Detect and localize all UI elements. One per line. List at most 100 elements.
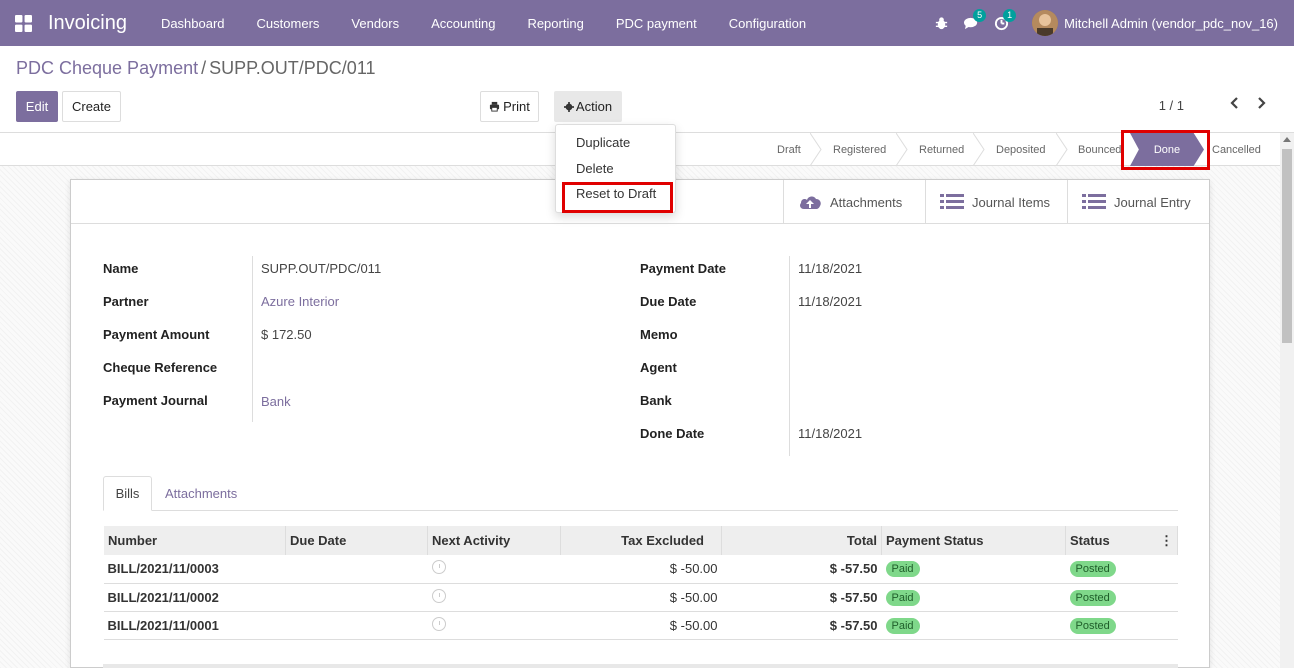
scrollbar-thumb[interactable] [1282,149,1292,343]
create-button[interactable]: Create [62,91,121,122]
journal-items-smart-label: Journal Items [972,194,1051,210]
journal-items-smart-button[interactable]: Journal Items [925,180,1067,224]
breadcrumb-separator: / [201,58,207,78]
stage-registered[interactable]: Registered [833,133,886,166]
cell-number: BILL/2021/11/0002 [103,583,286,612]
stage-draft[interactable]: Draft [777,133,801,166]
cell-tax-excluded: $ -50.00 [560,611,722,640]
menu-customers[interactable]: Customers [241,0,336,46]
attachments-smart-button[interactable]: Attachments [783,180,925,224]
gear-icon [563,101,574,112]
status-badge: Posted [1069,561,1116,578]
cell-status: Posted [1065,555,1178,584]
pager-previous-icon[interactable] [1229,96,1239,115]
edit-button[interactable]: Edit [16,91,58,122]
stage-separator-chevron [810,133,822,166]
field-name: SUPP.OUT/PDC/011 [261,261,382,276]
bug-icon[interactable] [926,0,956,46]
label-bank: Bank [640,393,672,408]
status-badge: Posted [1069,589,1116,606]
app-name[interactable]: Invoicing [48,12,127,35]
activity-clock-icon[interactable] [431,616,446,631]
label-payment-amount: Payment Amount [103,327,210,342]
cell-next-activity [427,611,561,640]
activity-clock-icon[interactable]: 1 [986,0,1017,46]
page-scrollbar[interactable] [1280,133,1294,668]
table-row[interactable]: BILL/2021/11/0002 $ -50.00 $ -57.50 Paid… [103,583,1178,612]
control-panel: PDC Cheque Payment / SUPP.OUT/PDC/011 Edit… [0,46,1294,133]
notebook-tabs: Bills Attachments [103,476,1178,511]
table-row[interactable]: BILL/2021/11/0001 $ -50.00 $ -57.50 Paid… [103,611,1178,640]
column-number[interactable]: Number [103,526,286,555]
apps-grid-icon[interactable] [0,0,46,46]
column-status[interactable]: Status ⋮ [1065,526,1178,555]
stage-cancelled[interactable]: Cancelled [1212,133,1261,166]
optional-columns-icon[interactable]: ⋮ [1160,533,1173,549]
label-memo: Memo [640,327,678,342]
field-payment-journal[interactable]: Bank [261,394,291,409]
field-partner[interactable]: Azure Interior [261,294,339,309]
column-next-activity[interactable]: Next Activity [427,526,561,555]
breadcrumb-parent[interactable]: PDC Cheque Payment [16,58,198,78]
column-payment-status[interactable]: Payment Status [881,526,1066,555]
stage-separator-chevron [1056,133,1068,166]
reset-to-draft-highlight-box [562,182,673,213]
column-tax-excluded[interactable]: Tax Excluded [560,526,722,555]
menu-pdc-payment[interactable]: PDC payment [600,0,713,46]
activity-clock-icon[interactable] [431,588,446,603]
journal-entry-smart-button[interactable]: Journal Entry [1067,180,1209,224]
done-stage-highlight-box [1121,130,1210,170]
tab-attachments[interactable]: Attachments [165,476,237,511]
table-row[interactable]: BILL/2021/11/0003 $ -50.00 $ -57.50 Paid… [103,555,1178,584]
stage-bounced[interactable]: Bounced [1078,133,1121,166]
cloud-upload-icon [800,196,821,209]
print-icon [490,101,500,112]
cell-payment-status: Paid [881,611,1066,640]
cell-next-activity [427,583,561,612]
label-cheque-reference: Cheque Reference [103,360,218,375]
menu-dashboard[interactable]: Dashboard [145,0,241,46]
stage-deposited[interactable]: Deposited [996,133,1046,166]
cell-due-date [285,611,428,640]
menu-reporting[interactable]: Reporting [511,0,599,46]
cell-tax-excluded: $ -50.00 [560,555,722,584]
top-navbar: Invoicing Dashboard Customers Vendors Ac… [0,0,1294,46]
pager-next-icon[interactable] [1257,96,1267,115]
action-button[interactable]: Action [554,91,622,122]
messages-icon[interactable]: 5 [956,0,987,46]
activity-clock-icon[interactable] [431,560,446,575]
menu-accounting[interactable]: Accounting [415,0,511,46]
label-payment-date: Payment Date [640,261,726,276]
label-name: Name [103,261,139,276]
cell-status: Posted [1065,583,1178,612]
breadcrumb-current: SUPP.OUT/PDC/011 [209,58,376,78]
journal-entry-smart-label: Journal Entry [1114,194,1191,210]
menu-item-delete[interactable]: Delete [576,161,614,176]
column-total[interactable]: Total [721,526,882,555]
cell-total: $ -57.50 [721,611,882,640]
form-sheet: Attachments Journal Items Journal Entry … [70,179,1210,668]
field-payment-date: 11/18/2021 [798,261,863,276]
cell-payment-status: Paid [881,583,1066,612]
status-badge: Paid [885,561,920,578]
menu-item-duplicate[interactable]: Duplicate [576,135,630,150]
stage-returned[interactable]: Returned [919,133,964,166]
list-icon [1082,194,1106,209]
pager-value[interactable]: 1 / 1 [1159,98,1184,113]
tab-bills[interactable]: Bills [103,476,152,511]
label-payment-journal: Payment Journal [103,393,208,408]
column-due-date[interactable]: Due Date [285,526,428,555]
scroll-up-icon[interactable] [1283,137,1291,142]
user-menu[interactable]: Mitchell Admin (vendor_pdc_nov_16) [1064,16,1278,31]
menu-vendors[interactable]: Vendors [335,0,415,46]
avatar[interactable] [1032,10,1059,36]
status-badge: Posted [1069,617,1116,634]
print-label: Print [503,99,530,114]
bills-table: Number Due Date Next Activity Tax Exclud… [103,526,1178,640]
menu-configuration[interactable]: Configuration [713,0,822,46]
activities-badge: 1 [1003,9,1017,22]
print-button[interactable]: Print [480,91,539,122]
field-due-date: 11/18/2021 [798,294,863,309]
cell-total: $ -57.50 [721,583,882,612]
cell-next-activity [427,555,561,584]
